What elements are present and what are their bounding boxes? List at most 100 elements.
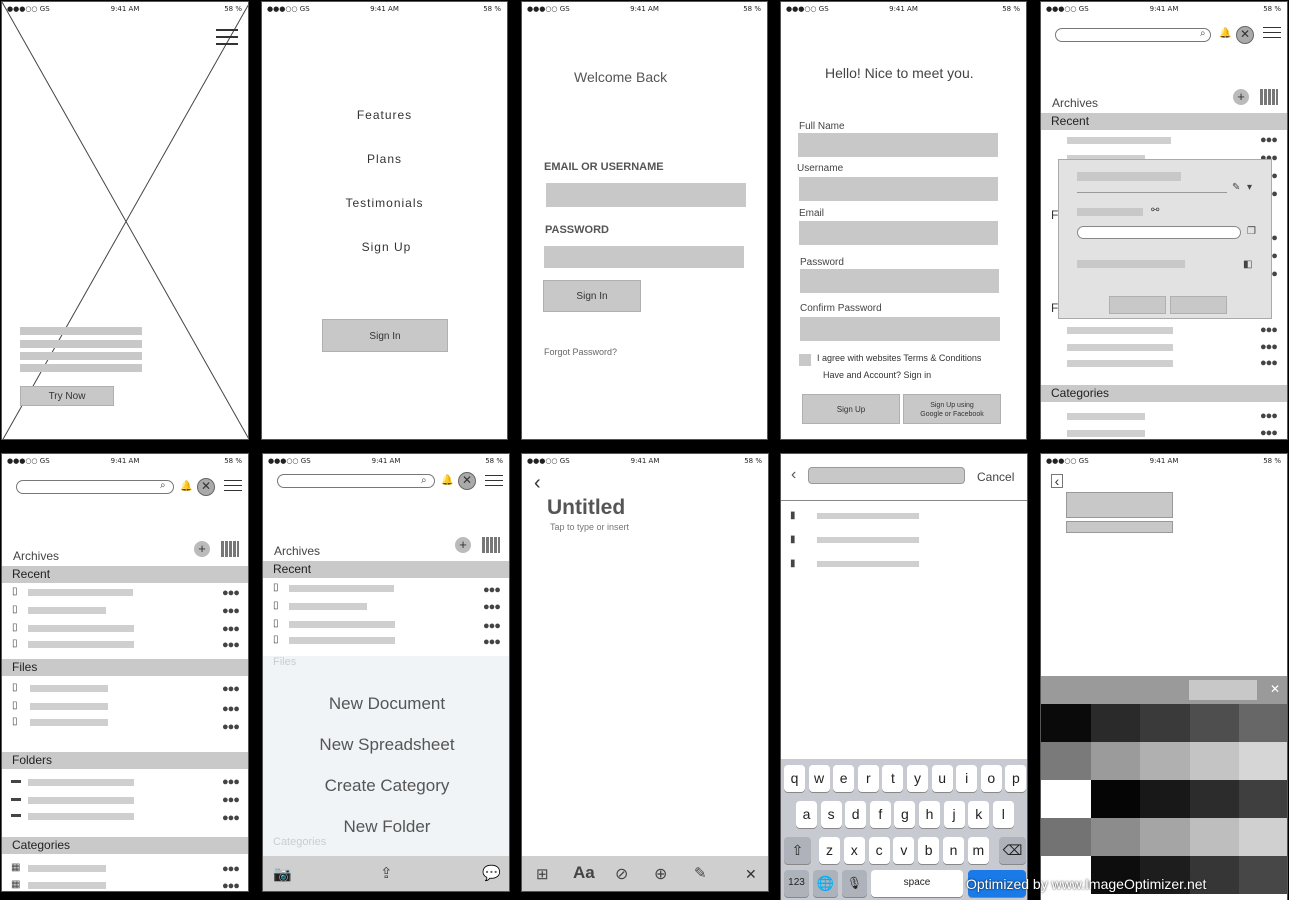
more-icon[interactable]: ●●●	[222, 794, 240, 806]
grid-view-icon[interactable]	[1260, 89, 1278, 105]
list-item[interactable]	[28, 607, 106, 614]
menu-item-plans[interactable]: Plans	[262, 152, 507, 166]
color-swatch[interactable]	[1189, 704, 1240, 742]
key-z[interactable]: z	[819, 837, 840, 864]
list-item[interactable]	[30, 703, 108, 710]
list-item[interactable]	[28, 779, 134, 786]
cancel-button[interactable]: Cancel	[977, 470, 1014, 484]
shift-key[interactable]: ⇧	[784, 837, 811, 864]
more-icon[interactable]: ●●●	[222, 587, 240, 599]
space-key[interactable]: space	[871, 870, 963, 897]
numbers-key[interactable]: 123	[784, 870, 809, 897]
key-o[interactable]: o	[980, 765, 1002, 792]
close-icon[interactable]: ✕	[458, 472, 476, 490]
key-d[interactable]: d	[845, 801, 867, 828]
more-icon[interactable]: ●●●	[483, 636, 501, 648]
add-icon[interactable]: +	[194, 541, 210, 557]
text-format-icon[interactable]: Aa	[573, 863, 595, 883]
key-k[interactable]: k	[968, 801, 990, 828]
color-swatch[interactable]	[1239, 780, 1287, 818]
grid-view-icon[interactable]	[482, 537, 500, 553]
color-swatch[interactable]	[1239, 818, 1287, 856]
menu-item-features[interactable]: Features	[262, 108, 507, 122]
list-item[interactable]	[28, 813, 134, 820]
bell-icon[interactable]: 🔔	[180, 481, 192, 492]
menu-icon[interactable]	[224, 480, 242, 496]
more-icon[interactable]: ●●●	[1260, 427, 1278, 439]
list-item[interactable]	[28, 589, 133, 596]
list-item[interactable]	[1067, 327, 1173, 334]
list-item[interactable]	[289, 621, 395, 628]
menu-item-sign-up[interactable]: Sign Up	[266, 240, 507, 254]
dialog-ok-button[interactable]	[1170, 296, 1227, 314]
menu-item-testimonials[interactable]: Testimonials	[262, 196, 507, 210]
pencil-icon[interactable]: ✎	[1232, 182, 1240, 193]
color-swatch[interactable]	[1090, 742, 1141, 780]
email-field[interactable]	[799, 221, 998, 245]
list-item[interactable]	[1067, 344, 1173, 351]
key-h[interactable]: h	[919, 801, 940, 828]
color-swatch[interactable]	[1140, 780, 1191, 818]
key-n[interactable]: n	[943, 837, 964, 864]
color-swatch[interactable]	[1041, 780, 1091, 818]
forgot-password-link[interactable]: Forgot Password?	[544, 347, 617, 357]
key-p[interactable]: p	[1005, 765, 1027, 792]
color-swatch[interactable]	[1189, 780, 1240, 818]
menu-icon[interactable]	[216, 29, 238, 50]
back-icon[interactable]: ‹	[1051, 474, 1063, 488]
key-m[interactable]: m	[967, 837, 989, 864]
share-icon[interactable]: ⇪	[380, 864, 393, 882]
list-item[interactable]	[30, 685, 108, 692]
key-s[interactable]: s	[820, 801, 842, 828]
more-icon[interactable]: ●●●	[222, 703, 240, 715]
key-y[interactable]: y	[907, 765, 928, 792]
globe-icon[interactable]: 🌐	[813, 870, 838, 897]
key-x[interactable]: x	[843, 837, 865, 864]
key-b[interactable]: b	[918, 837, 940, 864]
color-swatch[interactable]	[1090, 704, 1141, 742]
more-icon[interactable]: ●●●	[222, 639, 240, 651]
chevron-down-icon[interactable]: ▾	[1247, 182, 1252, 193]
list-item[interactable]	[289, 603, 367, 610]
menu-icon[interactable]	[1263, 27, 1281, 43]
key-l[interactable]: l	[992, 801, 1014, 828]
picker-field[interactable]	[1189, 680, 1257, 700]
color-swatch[interactable]	[1041, 704, 1091, 742]
key-t[interactable]: t	[882, 765, 904, 792]
list-item[interactable]	[1067, 430, 1145, 437]
table-icon[interactable]: ⊞	[536, 865, 549, 883]
add-icon[interactable]: ⊕	[654, 864, 667, 884]
color-swatch[interactable]	[1090, 780, 1141, 818]
new-document-action[interactable]: New Document	[263, 694, 509, 714]
dialog-input[interactable]	[1077, 226, 1241, 239]
toggle-icon[interactable]: ◧	[1243, 259, 1252, 270]
more-icon[interactable]: ●●●	[483, 584, 501, 596]
document-title[interactable]: Untitled	[547, 496, 625, 520]
bell-icon[interactable]: 🔔	[441, 475, 453, 486]
password-field[interactable]	[800, 269, 999, 293]
bell-icon[interactable]: 🔔	[1219, 28, 1231, 39]
camera-icon[interactable]: 📷	[273, 865, 292, 883]
list-item[interactable]	[28, 865, 106, 872]
email-field[interactable]	[546, 183, 746, 207]
result-item[interactable]	[817, 513, 919, 519]
key-c[interactable]: c	[868, 837, 890, 864]
list-item[interactable]	[289, 637, 395, 644]
more-icon[interactable]: ●●●	[1260, 410, 1278, 422]
more-icon[interactable]: ●●●	[222, 721, 240, 733]
key-w[interactable]: w	[808, 765, 830, 792]
color-swatch[interactable]	[1140, 704, 1191, 742]
more-icon[interactable]: ●●●	[222, 863, 240, 875]
username-field[interactable]	[799, 177, 998, 201]
result-item[interactable]	[817, 561, 919, 567]
color-swatch[interactable]	[1041, 742, 1091, 780]
key-f[interactable]: f	[869, 801, 891, 828]
more-icon[interactable]: ●●●	[222, 812, 240, 824]
search-input[interactable]	[1055, 28, 1211, 42]
list-item[interactable]	[28, 641, 134, 648]
color-swatch[interactable]	[1140, 818, 1191, 856]
new-spreadsheet-action[interactable]: New Spreadsheet	[263, 735, 509, 755]
menu-icon[interactable]	[485, 475, 503, 491]
grid-view-icon[interactable]	[221, 541, 239, 557]
copy-icon[interactable]: ❐	[1247, 226, 1256, 237]
